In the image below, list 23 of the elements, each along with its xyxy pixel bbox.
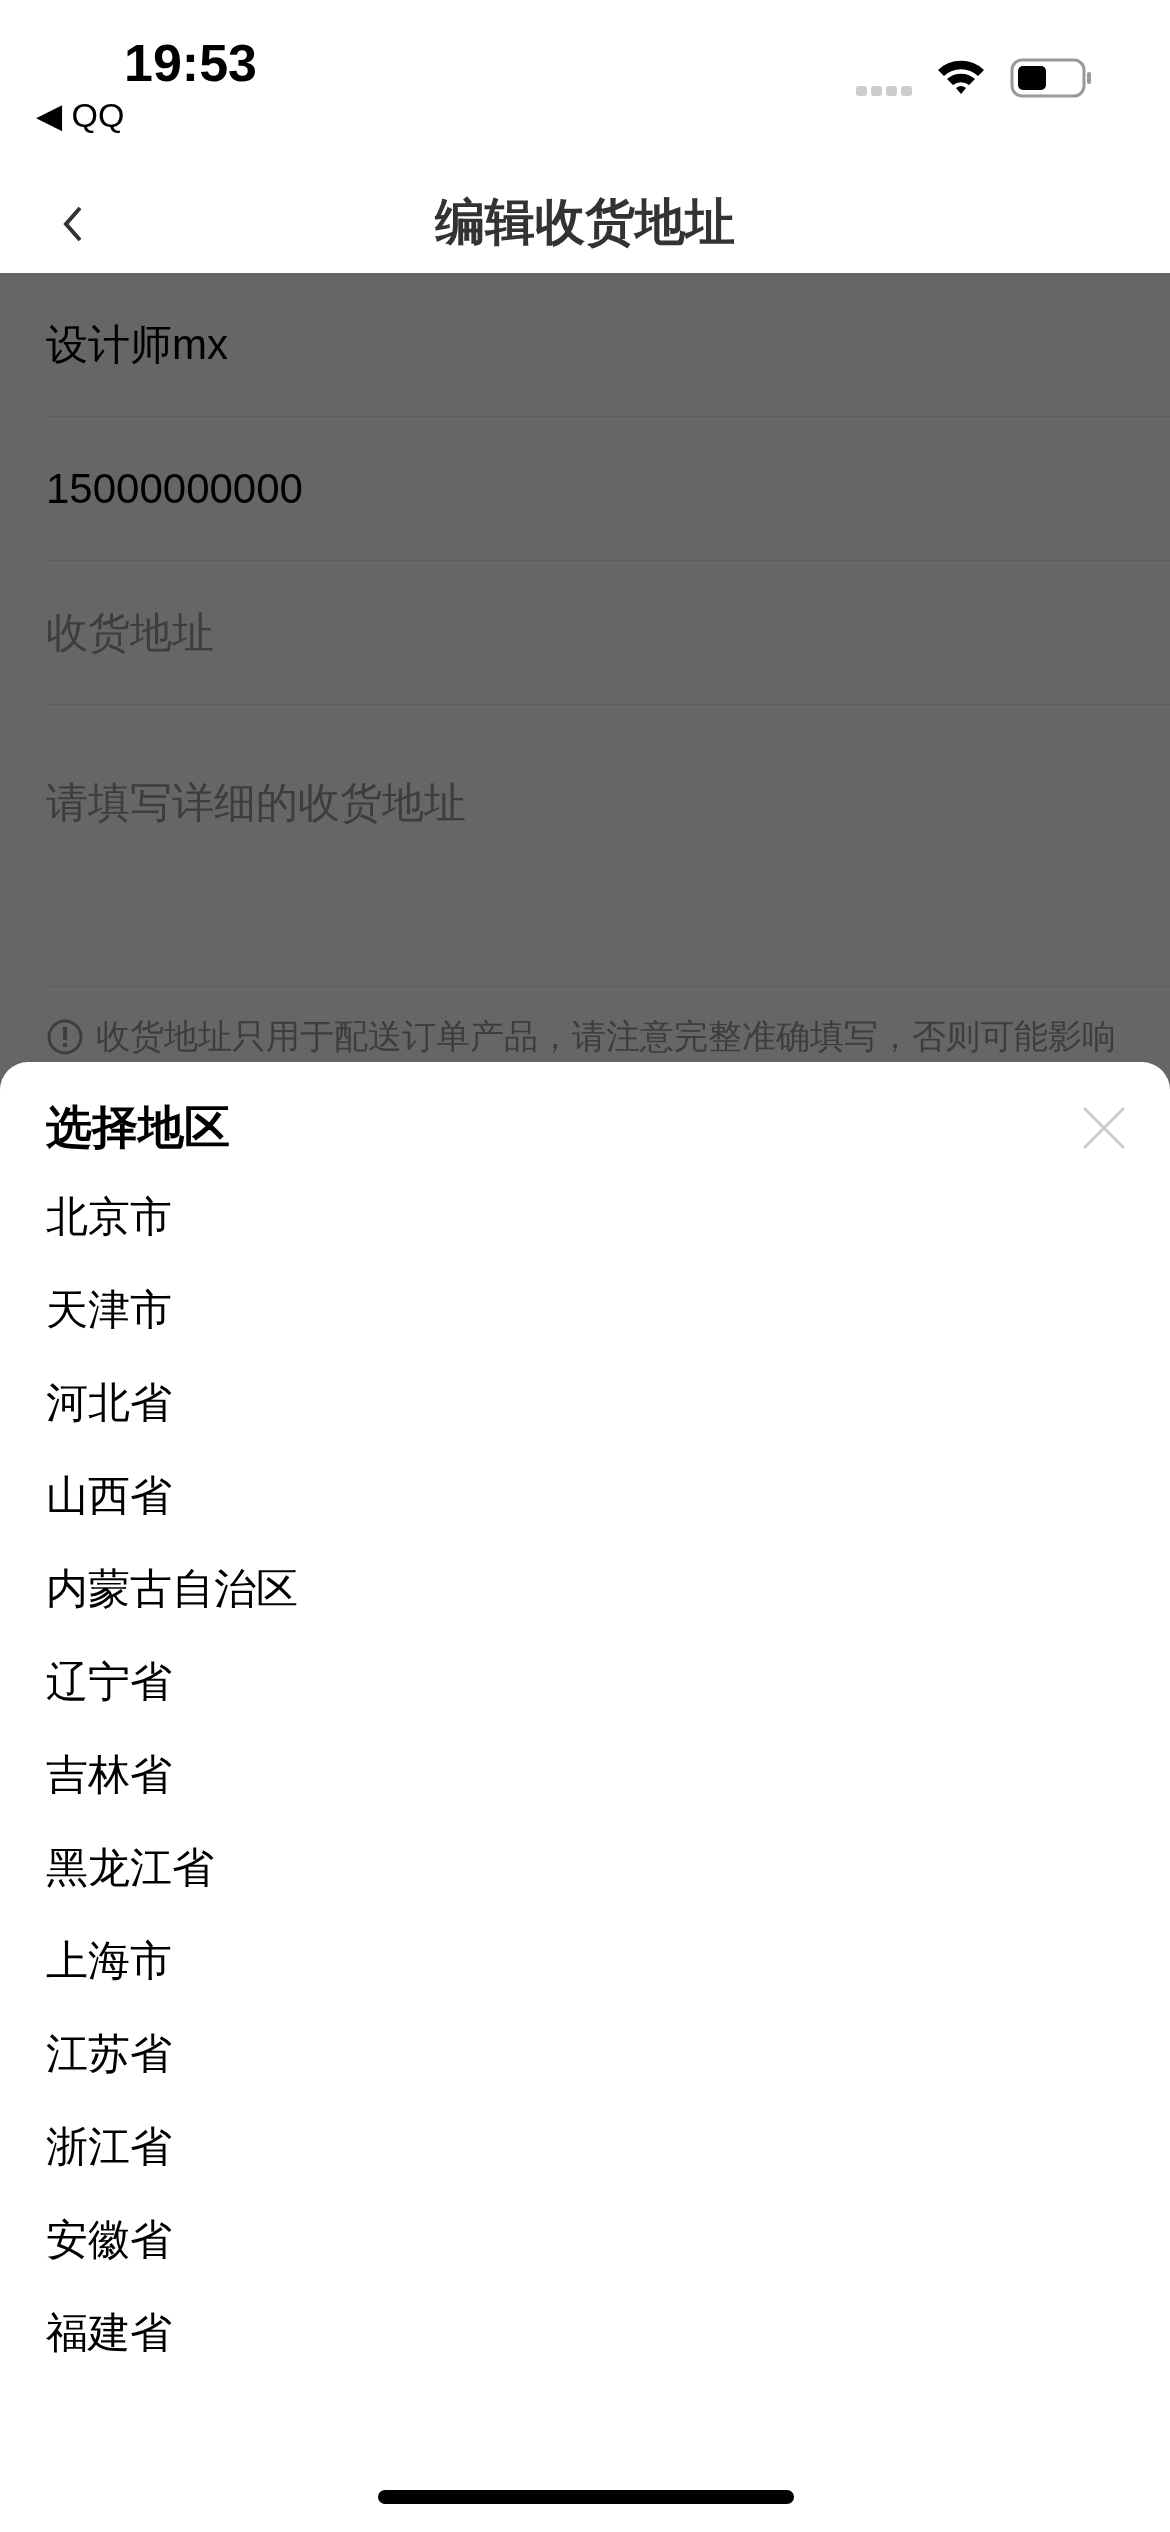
region-item[interactable]: 安徽省 [46, 2208, 172, 2271]
wifi-icon [936, 58, 986, 96]
field-value[interactable]: 15000000000 [46, 457, 303, 520]
signal-icon [856, 84, 914, 98]
region-item[interactable]: 河北省 [46, 1371, 172, 1434]
region-item[interactable]: 江苏省 [46, 2022, 172, 2085]
region-item[interactable]: 吉林省 [46, 1743, 172, 1806]
sheet-title: 选择地区 [46, 1100, 230, 1155]
page-title: 编辑收货地址 [435, 193, 735, 252]
field-value[interactable]: 设计师mx [46, 313, 228, 376]
region-item[interactable]: 黑龙江省 [46, 1836, 214, 1899]
back-to-app-link[interactable]: ◀ QQ [36, 90, 125, 141]
region-item[interactable]: 内蒙古自治区 [46, 1557, 298, 1620]
region-item[interactable]: 辽宁省 [46, 1650, 172, 1713]
battery-icon [1010, 58, 1092, 98]
region-item[interactable]: 浙江省 [46, 2115, 172, 2178]
region-item[interactable]: 天津市 [46, 1278, 172, 1341]
region-item[interactable]: 上海市 [46, 1929, 172, 1992]
region-item[interactable]: 福建省 [46, 2301, 172, 2364]
info-icon [46, 1017, 84, 1056]
status-time: 19:53 [124, 33, 257, 94]
region-item[interactable]: 北京市 [46, 1185, 172, 1248]
region-item[interactable]: 山西省 [46, 1464, 172, 1527]
